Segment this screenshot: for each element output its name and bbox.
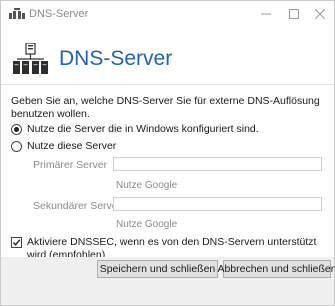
header-divider [1, 84, 334, 85]
app-icon [9, 8, 25, 19]
page-title: DNS-Server [59, 47, 173, 70]
primary-server-label: Primärer Server [33, 159, 108, 171]
secondary-server-input[interactable] [113, 197, 322, 211]
radio-custom-servers[interactable]: Nutze diese Server [11, 139, 116, 153]
cancel-and-close-button[interactable]: Abbrechen und schließen [217, 260, 335, 278]
save-and-close-button[interactable]: Speichern und schließen [97, 260, 218, 278]
secondary-use-google-link[interactable]: Nutze Google [116, 219, 177, 230]
title-bar: DNS-Server [1, 1, 334, 29]
radio-button-unselected[interactable] [11, 140, 22, 152]
dns-server-icon [13, 43, 48, 74]
intro-text: Geben Sie an, welche DNS-Server Sie für … [11, 95, 320, 120]
close-icon[interactable] [307, 3, 333, 25]
radio-button-selected[interactable] [11, 123, 22, 135]
primary-use-google-link[interactable]: Nutze Google [116, 180, 177, 191]
secondary-server-label: Sekundärer Server [33, 200, 122, 212]
minimize-icon[interactable] [253, 3, 279, 25]
checkmark-icon [12, 239, 21, 246]
radio-windows-servers-label[interactable]: Nutze die Server die in Windows konfigur… [27, 123, 259, 135]
window-title: DNS-Server [29, 8, 89, 20]
radio-custom-servers-label[interactable]: Nutze diese Server [27, 140, 116, 152]
radio-windows-servers[interactable]: Nutze die Server die in Windows konfigur… [11, 122, 259, 136]
dns-server-dialog: DNS-Server DNS-Server Geben Sie an, welc… [0, 0, 335, 306]
maximize-icon[interactable] [281, 3, 307, 25]
primary-server-input[interactable] [113, 157, 322, 171]
dnssec-checkbox[interactable] [11, 237, 22, 248]
